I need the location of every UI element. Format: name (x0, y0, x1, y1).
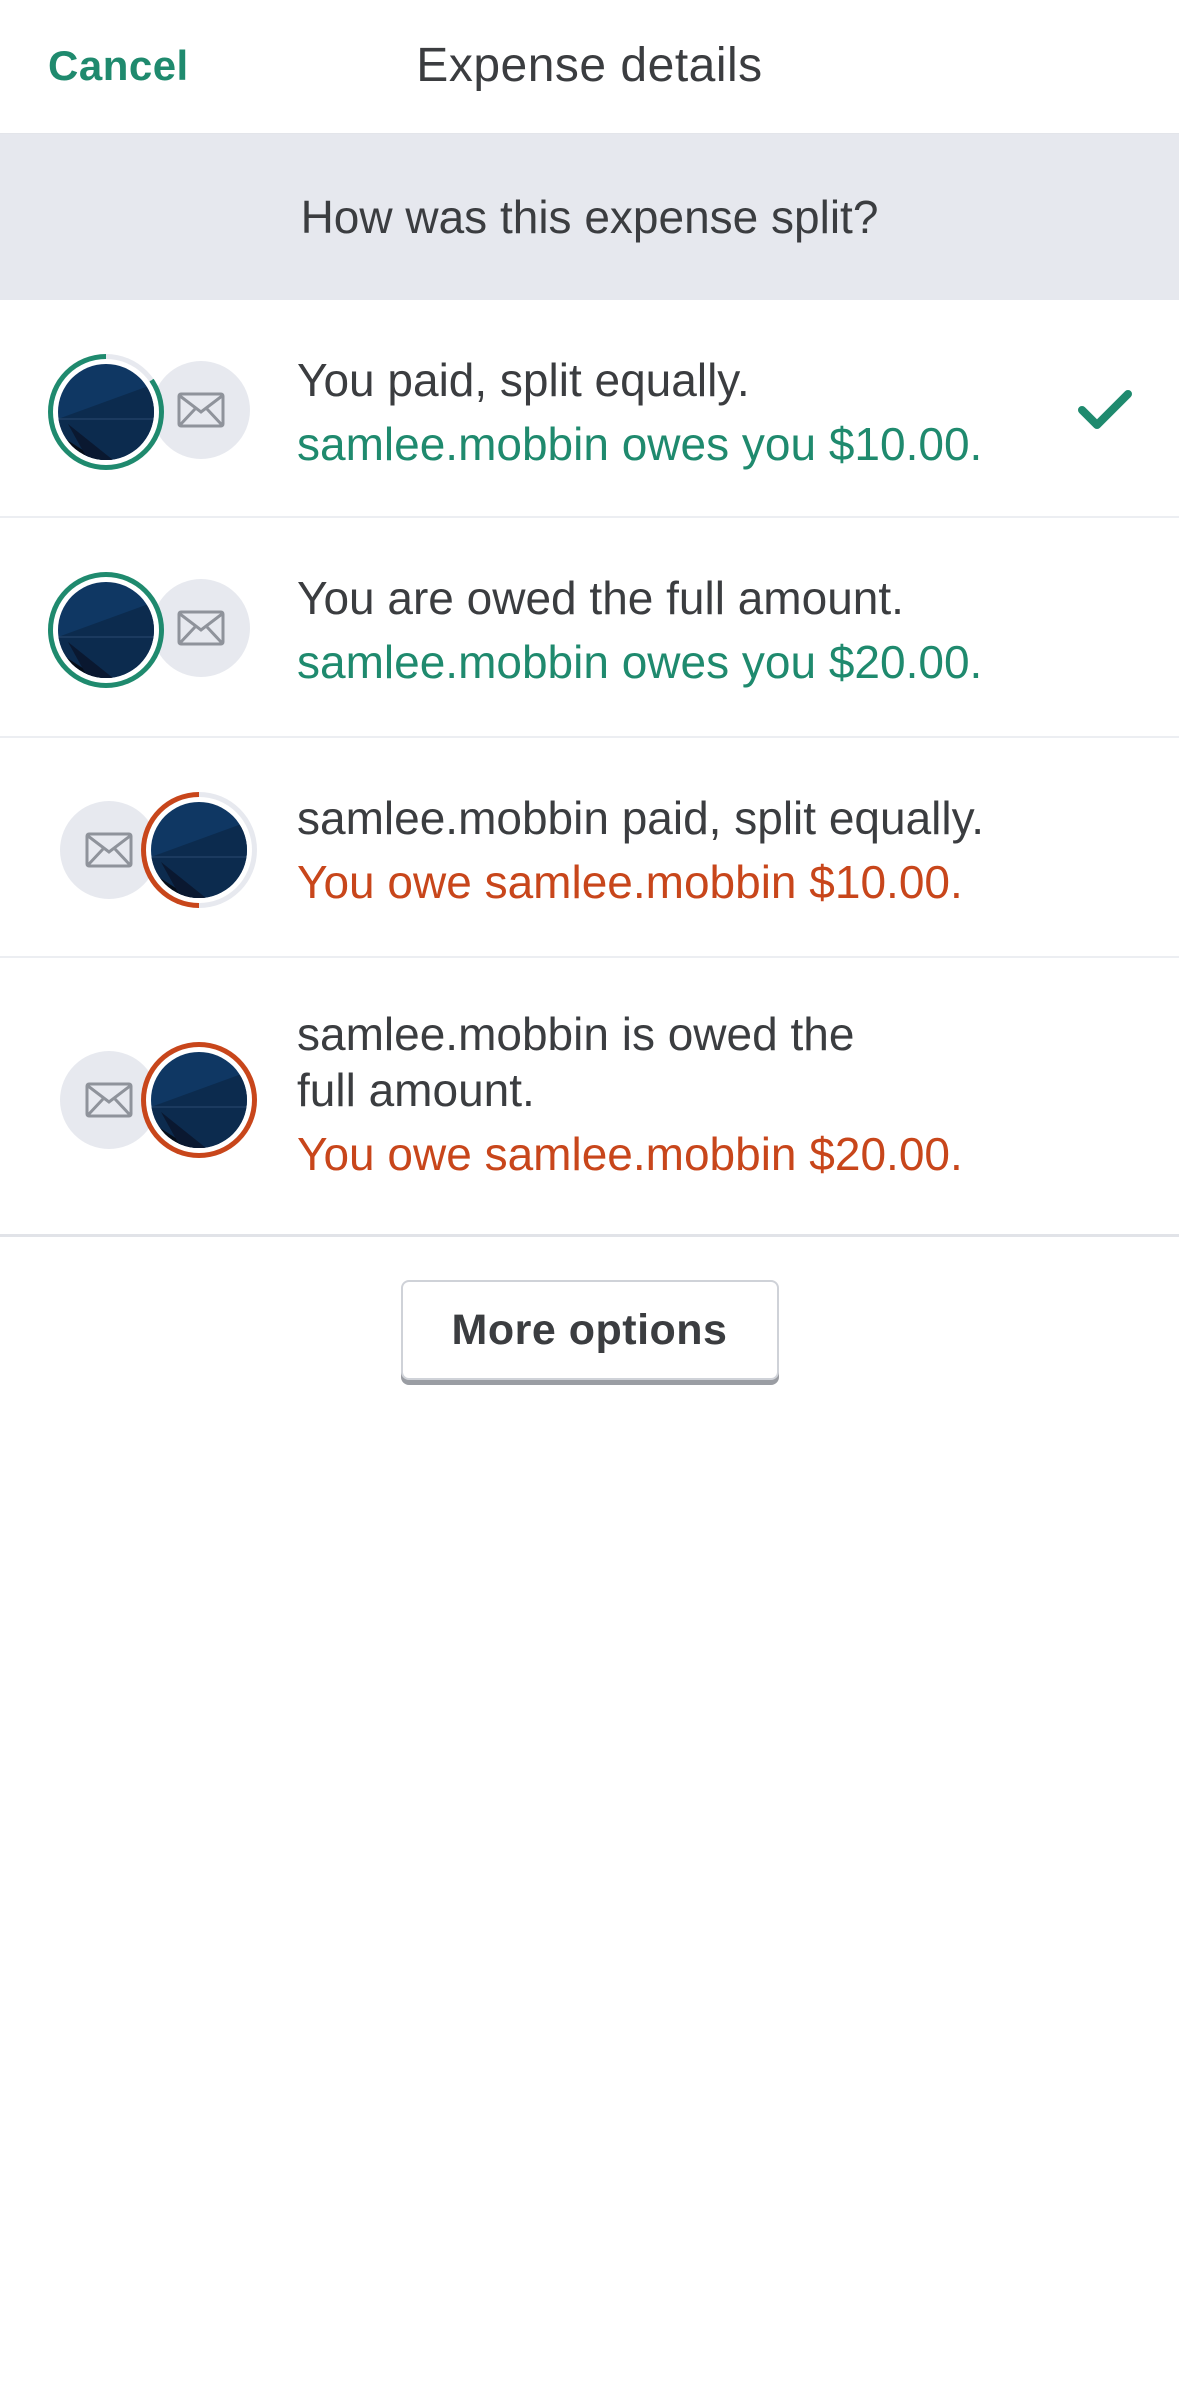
option-balance: You owe samlee.mobbin $10.00. (297, 856, 963, 908)
user-avatar (48, 354, 164, 470)
option-text: samlee.mobbin is owed the full amount. Y… (297, 1006, 1089, 1182)
option-text: samlee.mobbin paid, split equally. You o… (297, 790, 1089, 910)
page-title: Expense details (416, 39, 763, 92)
option-text: You are owed the full amount. samlee.mob… (297, 570, 1089, 690)
participant-avatars (48, 788, 258, 912)
option-text: You paid, split equally. samlee.mobbin o… (297, 352, 1089, 472)
split-option-they-owed-full[interactable]: samlee.mobbin is owed the full amount. Y… (0, 958, 1179, 1237)
split-question: How was this expense split? (300, 191, 879, 243)
envelope-icon (152, 579, 250, 677)
friend-avatar (141, 792, 257, 908)
option-balance: samlee.mobbin owes you $10.00. (297, 418, 983, 470)
participant-avatars (48, 568, 258, 692)
envelope-icon (152, 361, 250, 459)
more-options-button[interactable]: More options (400, 1280, 779, 1380)
option-balance: samlee.mobbin owes you $20.00. (297, 636, 983, 688)
split-option-they-paid-equally[interactable]: samlee.mobbin paid, split equally. You o… (0, 738, 1179, 958)
option-description: samlee.mobbin paid, split equally. (297, 792, 984, 844)
option-description-line1: samlee.mobbin is owed the (297, 1008, 855, 1060)
user-avatar (48, 572, 164, 688)
option-description: You paid, split equally. (297, 354, 750, 406)
participant-avatars (48, 350, 258, 474)
more-options-container: More options (0, 1280, 1179, 1380)
header-bar: Cancel Expense details (0, 0, 1179, 134)
split-question-bar: How was this expense split? (0, 134, 1179, 300)
split-option-you-paid-equally[interactable]: You paid, split equally. samlee.mobbin o… (0, 300, 1179, 518)
checkmark-icon (1078, 390, 1132, 429)
split-option-owed-full[interactable]: You are owed the full amount. samlee.mob… (0, 518, 1179, 738)
option-description: You are owed the full amount. (297, 572, 904, 624)
option-description-line2: full amount. (297, 1064, 535, 1116)
friend-avatar (141, 1042, 257, 1158)
participant-avatars (48, 1038, 258, 1162)
option-balance: You owe samlee.mobbin $20.00. (297, 1128, 963, 1180)
expense-split-screen: Cancel Expense details How was this expe… (0, 0, 1179, 2396)
